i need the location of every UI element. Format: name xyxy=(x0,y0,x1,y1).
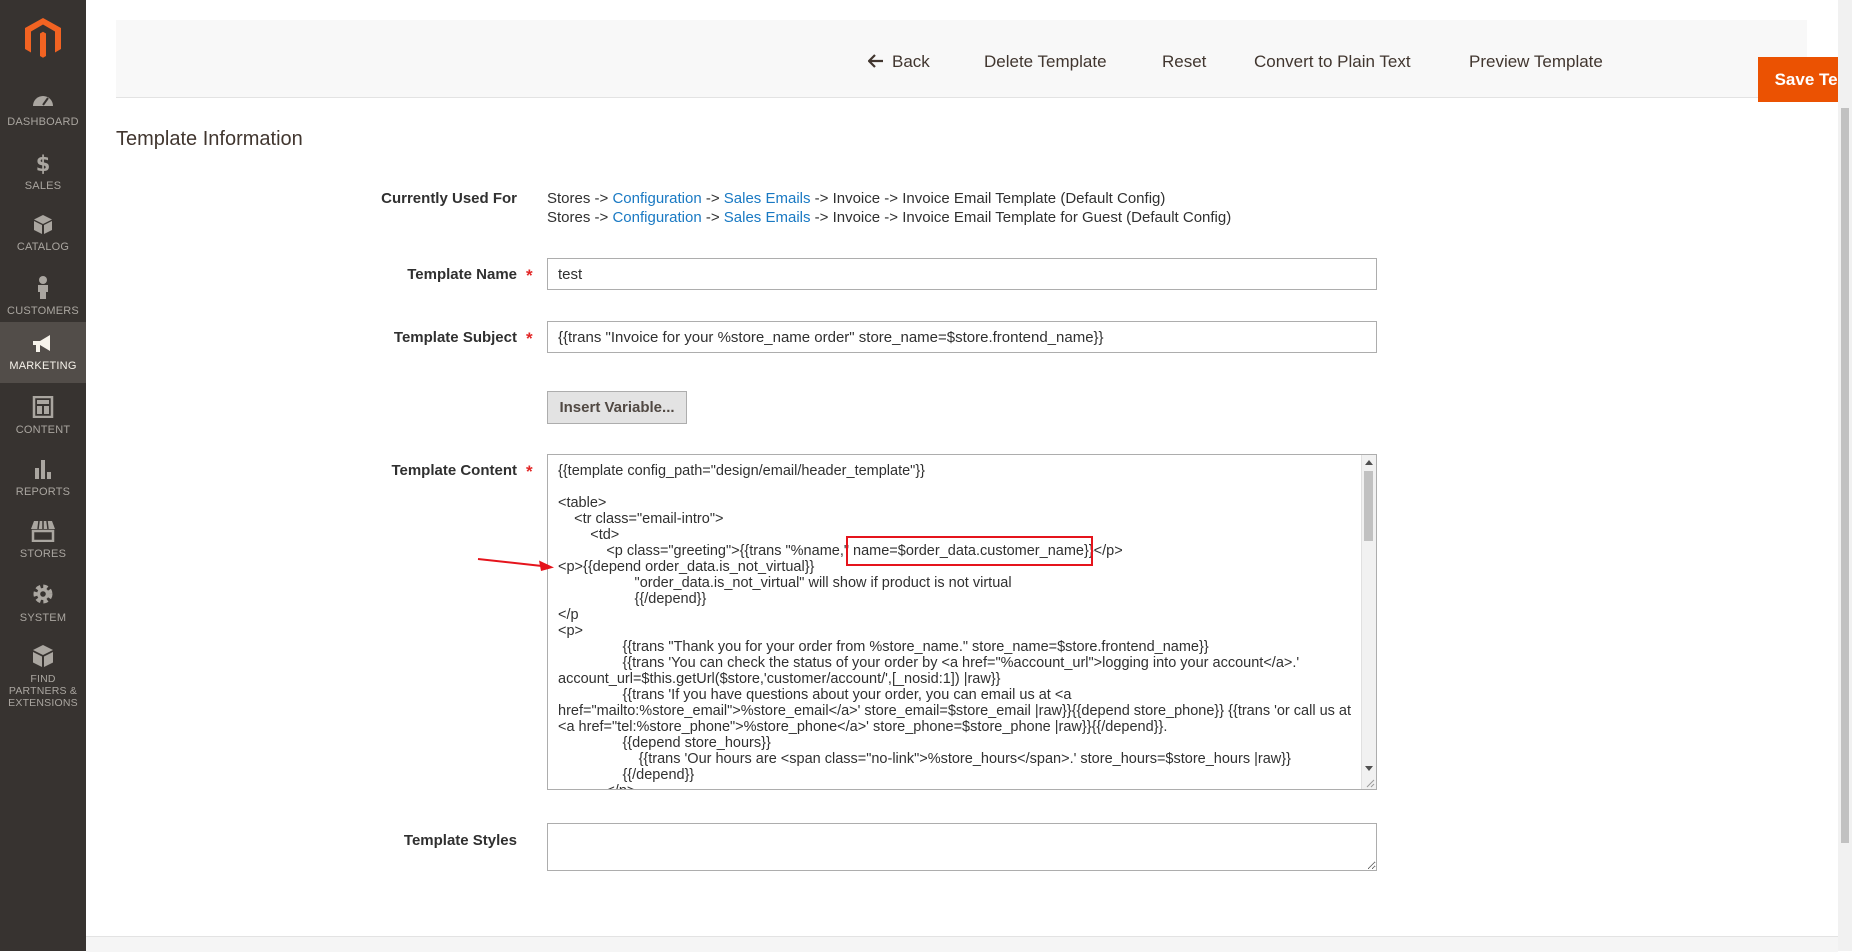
sales-emails-link[interactable]: Sales Emails xyxy=(724,209,811,226)
person-icon xyxy=(38,276,48,299)
box-icon xyxy=(33,645,53,667)
sidebar-item-label: CUSTOMERS xyxy=(7,305,79,317)
sidebar-item-reports[interactable]: REPORTS xyxy=(0,458,86,520)
sidebar-item-find-partners[interactable]: FIND PARTNERS & EXTENSIONS xyxy=(0,644,86,722)
annotation-highlight-box xyxy=(846,536,1093,566)
sidebar-item-label: CATALOG xyxy=(16,241,70,253)
sidebar-item-label: DASHBOARD xyxy=(7,116,79,128)
section-title: Template Information xyxy=(116,128,303,150)
sidebar-item-sales[interactable]: $ SALES xyxy=(0,152,86,214)
layout-icon xyxy=(32,396,54,418)
used-for-text: Stores -> xyxy=(547,190,613,207)
sidebar-item-label: CONTENT xyxy=(15,424,71,436)
store-icon xyxy=(31,520,55,542)
template-content-text: {{template config_path="design/email/hea… xyxy=(558,463,1352,789)
used-for-text: -> xyxy=(701,190,724,207)
resize-handle-icon[interactable] xyxy=(1365,778,1375,788)
page-footer xyxy=(86,936,1838,952)
dashboard-icon xyxy=(33,96,53,106)
template-name-label: Template Name xyxy=(407,266,517,283)
delete-template-button[interactable]: Delete Template xyxy=(984,52,1107,72)
used-for-line: Stores -> Configuration -> Sales Emails … xyxy=(547,209,1231,226)
arrow-left-icon xyxy=(867,54,883,68)
convert-to-plain-text-button[interactable]: Convert to Plain Text xyxy=(1254,52,1411,72)
configuration-link[interactable]: Configuration xyxy=(612,209,701,226)
currently-used-for-label: Currently Used For xyxy=(381,190,517,207)
sidebar-item-label: SYSTEM xyxy=(19,612,67,624)
required-asterisk: * xyxy=(526,462,533,481)
scroll-down-arrow-icon[interactable] xyxy=(1365,766,1373,771)
template-subject-label: Template Subject xyxy=(393,329,517,346)
used-for-text: -> Invoice -> Invoice Email Template (De… xyxy=(810,190,1166,207)
template-styles-label: Template Styles xyxy=(403,832,517,849)
used-for-text: Stores -> xyxy=(547,209,613,226)
used-for-text: -> xyxy=(701,209,724,226)
scrollbar-thumb[interactable] xyxy=(1364,471,1373,541)
sidebar-item-catalog[interactable]: CATALOG xyxy=(0,213,86,275)
reset-button[interactable]: Reset xyxy=(1162,52,1206,72)
sidebar-item-label: FIND PARTNERS & EXTENSIONS xyxy=(8,673,78,709)
page-scrollbar-thumb[interactable] xyxy=(1841,108,1849,843)
sidebar-item-marketing[interactable]: MARKETING xyxy=(0,322,86,383)
preview-template-button[interactable]: Preview Template xyxy=(1469,52,1603,72)
sidebar-item-label: STORES xyxy=(19,548,67,560)
required-asterisk: * xyxy=(526,266,533,285)
scroll-up-arrow-icon[interactable] xyxy=(1365,460,1373,465)
sidebar-item-label: REPORTS xyxy=(15,486,71,498)
svg-text:$: $ xyxy=(36,152,51,174)
back-button[interactable]: Back xyxy=(867,52,930,72)
template-content-label: Template Content xyxy=(391,462,517,479)
bar-chart-icon xyxy=(35,460,51,479)
annotation-arrow-icon xyxy=(477,558,554,571)
configuration-link[interactable]: Configuration xyxy=(612,190,701,207)
magento-logo-icon[interactable] xyxy=(21,16,65,60)
megaphone-icon xyxy=(33,335,50,352)
back-button-label: Back xyxy=(892,52,930,71)
template-styles-textarea[interactable] xyxy=(547,823,1377,871)
sidebar-item-dashboard[interactable]: DASHBOARD xyxy=(0,90,86,152)
template-name-input[interactable] xyxy=(547,258,1377,290)
sales-emails-link[interactable]: Sales Emails xyxy=(724,190,811,207)
cube-icon xyxy=(34,215,52,234)
used-for-line: Stores -> Configuration -> Sales Emails … xyxy=(547,190,1165,207)
sidebar-item-label: MARKETING xyxy=(9,360,77,372)
sidebar-item-content[interactable]: CONTENT xyxy=(0,396,86,458)
admin-sidebar: DASHBOARD $ SALES CATALOG CUSTOMERS MARK… xyxy=(0,0,86,951)
page-actions-bar: Back Delete Template Reset Convert to Pl… xyxy=(116,20,1852,102)
sidebar-item-stores[interactable]: STORES xyxy=(0,520,86,582)
required-asterisk: * xyxy=(526,329,533,348)
used-for-text: -> Invoice -> Invoice Email Template for… xyxy=(810,209,1232,226)
insert-variable-button[interactable]: Insert Variable... xyxy=(547,391,687,424)
gear-icon xyxy=(33,584,53,604)
dollar-icon: $ xyxy=(36,152,51,174)
page-scrollbar[interactable] xyxy=(1838,0,1852,951)
template-subject-input[interactable] xyxy=(547,321,1377,353)
template-content-textarea[interactable]: {{template config_path="design/email/hea… xyxy=(547,454,1377,790)
textarea-scrollbar[interactable] xyxy=(1361,455,1376,789)
sidebar-item-system[interactable]: SYSTEM xyxy=(0,582,86,644)
sidebar-item-label: SALES xyxy=(24,180,62,192)
